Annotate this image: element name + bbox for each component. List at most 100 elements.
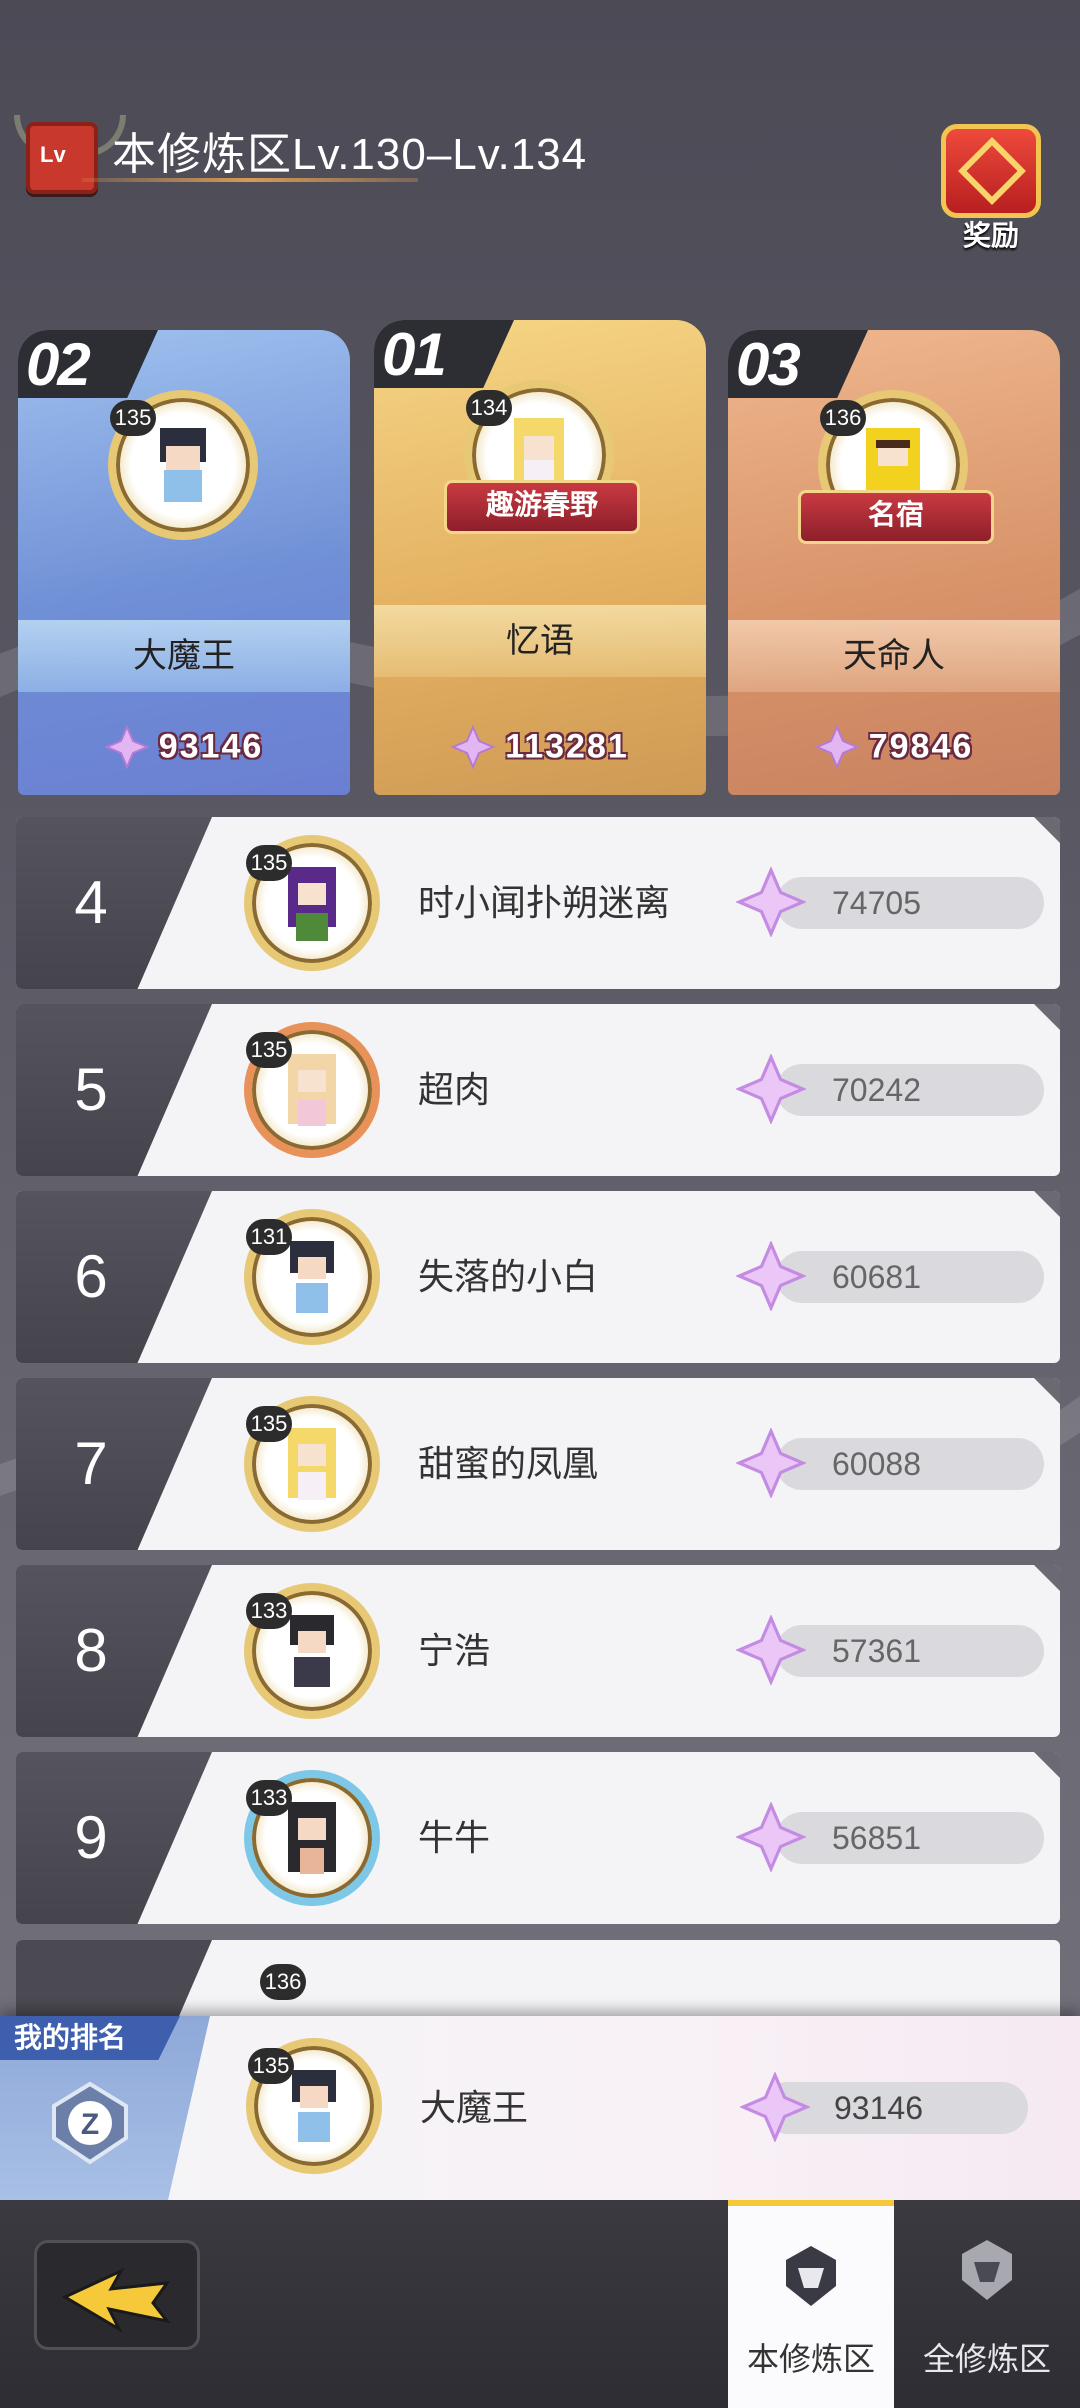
avatar: 135 (244, 835, 380, 971)
player-name: 宁浩 (418, 1630, 491, 1671)
header: Lv 本修炼区Lv.130–Lv.134 (0, 60, 1080, 200)
crystal-icon (814, 725, 859, 769)
ranking-row[interactable]: 5 135 超肉 70242 (16, 1004, 1060, 1176)
ranking-row[interactable]: 4 135 时小闻扑朔迷离 74705 (16, 817, 1060, 989)
rank-number: 02 (26, 331, 91, 398)
corner-decoration (1034, 1191, 1060, 1217)
ranking-row[interactable]: 6 131 失落的小白 60681 (16, 1191, 1060, 1363)
player-score: 56851 (832, 1820, 921, 1856)
zone-crest-icon (786, 2246, 836, 2306)
rank-number: 8 (74, 1617, 108, 1684)
player-name: 甜蜜的凤凰 (418, 1443, 599, 1484)
back-arrow-icon (61, 2267, 171, 2333)
player-name: 大魔王 (18, 620, 350, 692)
ranking-row[interactable]: 7 135 甜蜜的凤凰 60088 (16, 1378, 1060, 1550)
podium-card-rank-3[interactable]: 03 136 名宿 天命人 79846 (728, 330, 1060, 795)
bottom-bar: 本修炼区 全修炼区 (0, 2200, 1080, 2408)
player-score: 79846 (728, 725, 1060, 785)
crystal-icon (736, 1428, 806, 1498)
character-avatar-icon (290, 1241, 334, 1313)
corner-decoration (1034, 817, 1060, 843)
title-underline (82, 178, 418, 182)
level-badge: 131 (246, 1219, 292, 1255)
player-score: 60088 (832, 1446, 921, 1482)
tab-label: 本修炼区 (746, 2341, 875, 2377)
zone-crest-icon (962, 2240, 1012, 2300)
character-avatar-icon (288, 1054, 336, 1126)
rank-number: 7 (74, 1430, 108, 1497)
crystal-icon (736, 1241, 806, 1311)
level-badge: 135 (246, 845, 292, 881)
avatar: 135 (108, 390, 258, 540)
character-avatar-icon (288, 1428, 336, 1500)
rank-number: 4 (74, 869, 108, 936)
rank-number: 03 (736, 331, 801, 398)
rank-number: 5 (74, 1056, 108, 1123)
my-rank-tag: 我的排名 (0, 2016, 180, 2060)
level-badge: 133 (246, 1780, 292, 1816)
crystal-icon (736, 1802, 806, 1872)
level-zone-icon: Lv (26, 122, 98, 194)
reward-label: 奖励 (962, 220, 1019, 251)
corner-decoration (1034, 1565, 1060, 1591)
zone-title: 本修炼区Lv.130–Lv.134 (112, 130, 588, 179)
player-score: 70242 (832, 1072, 921, 1108)
svg-text:Z: Z (81, 2108, 99, 2141)
podium-card-rank-1[interactable]: 01 134 趣游春野 忆语 113281 (374, 320, 706, 795)
character-avatar-icon (288, 1802, 336, 1874)
corner-decoration (1034, 1752, 1060, 1778)
level-badge: 136 (820, 400, 866, 436)
back-button[interactable] (34, 2240, 200, 2350)
player-score: 93146 (834, 2090, 923, 2126)
rank-number: 9 (74, 1804, 108, 1871)
character-avatar-icon (288, 867, 336, 941)
player-score: 60681 (832, 1259, 921, 1295)
ranking-row[interactable]: 9 133 牛牛 56851 (16, 1752, 1060, 1924)
crystal-icon (736, 1054, 806, 1124)
level-badge: 134 (466, 390, 512, 426)
level-badge: 135 (246, 1032, 292, 1068)
my-rank-bar[interactable]: 我的排名 Z 135 大魔王 93146 (0, 2016, 1080, 2200)
rank-emblem-icon: Z (52, 2081, 128, 2165)
tab-label: 全修炼区 (922, 2341, 1051, 2377)
player-score: 74705 (832, 885, 921, 921)
player-name: 天命人 (728, 620, 1060, 692)
character-avatar-icon (290, 1615, 334, 1687)
avatar: 131 (244, 1209, 380, 1345)
player-name: 大魔王 (420, 2087, 529, 2128)
player-name: 牛牛 (418, 1817, 491, 1858)
reward-button[interactable]: 奖励 (935, 120, 1055, 251)
character-avatar-icon (292, 2070, 336, 2142)
crystal-icon (740, 2072, 810, 2142)
corner-decoration (1034, 1004, 1060, 1030)
level-badge: 135 (248, 2048, 294, 2084)
player-score: 93146 (18, 725, 350, 785)
gift-box-icon (941, 124, 1041, 218)
level-badge: 133 (246, 1593, 292, 1629)
player-score: 57361 (832, 1633, 921, 1669)
level-badge: 136 (260, 1964, 306, 2000)
tab-current-zone[interactable]: 本修炼区 (728, 2200, 894, 2408)
crystal-icon (451, 725, 496, 769)
crystal-icon (104, 725, 149, 769)
avatar: 133 (244, 1583, 380, 1719)
title-plaque: 趣游春野 (444, 480, 640, 534)
crystal-icon (736, 1615, 806, 1685)
level-badge: 135 (246, 1406, 292, 1442)
avatar: 133 (244, 1770, 380, 1906)
character-avatar-icon (160, 428, 206, 502)
ranking-row[interactable]: 8 133 宁浩 57361 (16, 1565, 1060, 1737)
rank-number: 6 (74, 1243, 108, 1310)
podium-card-rank-2[interactable]: 02 135 大魔王 93146 (18, 330, 350, 795)
title-plaque: 名宿 (798, 490, 994, 544)
player-name: 忆语 (374, 605, 706, 677)
player-score: 113281 (374, 725, 706, 785)
rank-number: 01 (382, 321, 447, 388)
player-name: 失落的小白 (418, 1256, 599, 1297)
avatar: 135 (244, 1022, 380, 1158)
tab-all-zones[interactable]: 全修炼区 (894, 2200, 1080, 2408)
level-badge: 135 (110, 400, 156, 436)
avatar: 135 (244, 1396, 380, 1532)
player-name: 超肉 (418, 1069, 491, 1110)
corner-decoration (1034, 1378, 1060, 1404)
